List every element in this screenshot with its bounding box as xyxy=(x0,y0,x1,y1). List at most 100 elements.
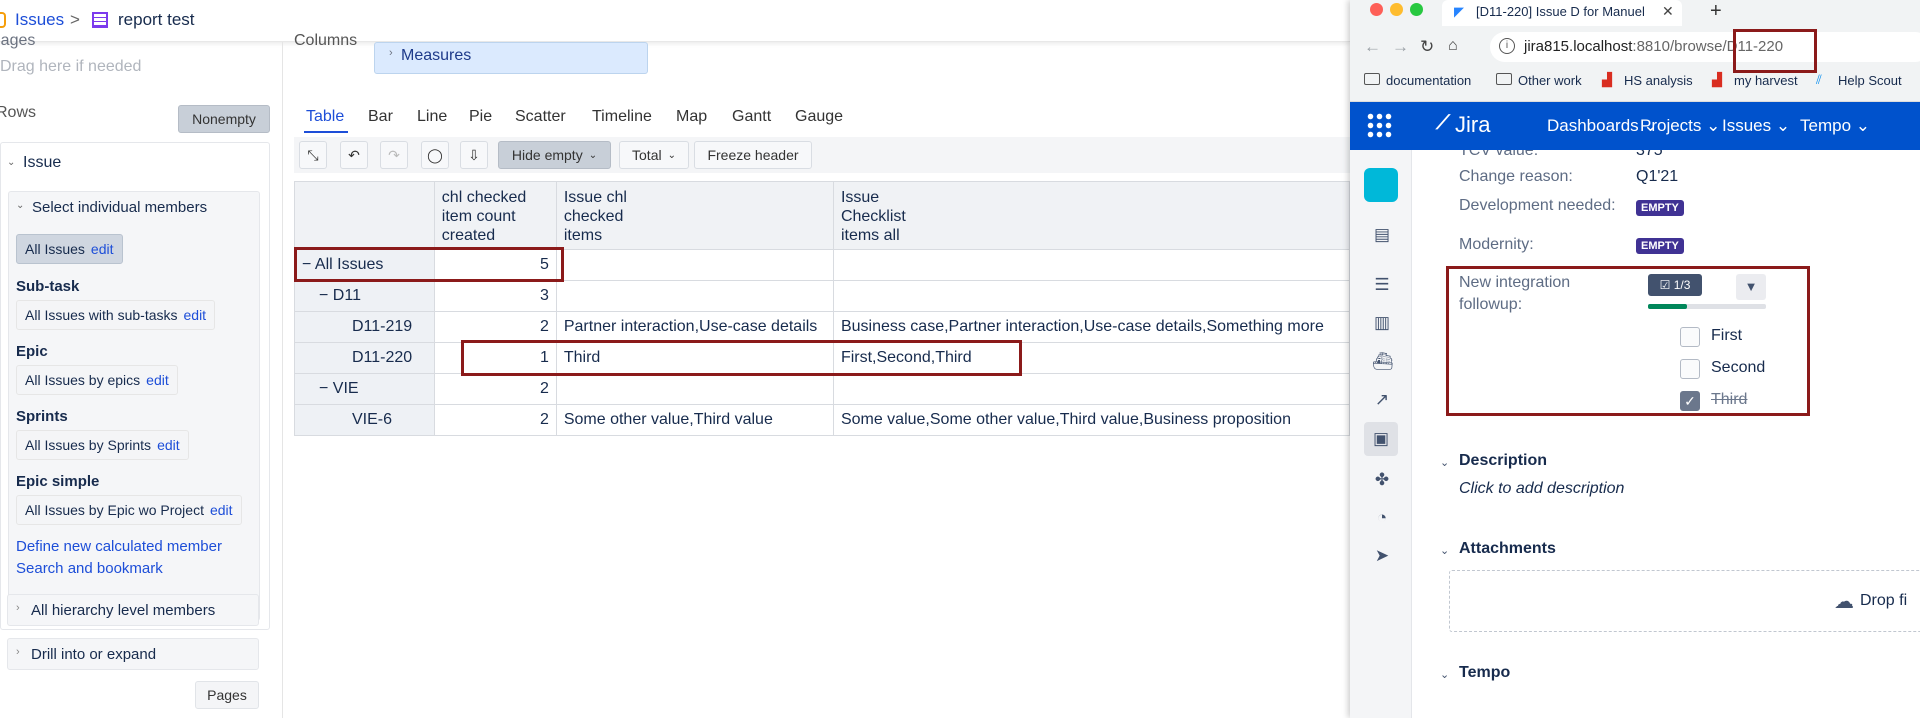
chevron-down-icon[interactable]: ⌄ xyxy=(1440,544,1449,557)
collapse-icon[interactable]: − xyxy=(319,287,328,304)
subtask-chip[interactable]: All Issues with sub-tasks edit xyxy=(16,300,216,330)
nav-label[interactable]: Dashboards xyxy=(1547,116,1639,135)
total-label[interactable]: Total xyxy=(632,147,662,163)
row-header[interactable]: VIE-6 xyxy=(294,404,435,436)
epic-chip[interactable]: All Issues by epics edit xyxy=(16,365,178,395)
freeze-header-button[interactable]: Freeze header xyxy=(694,141,812,169)
search-bookmark-link[interactable]: Search and bookmark xyxy=(16,560,163,577)
change-reason-value[interactable]: Q1'21 xyxy=(1636,168,1678,186)
nav-issues[interactable]: Issues ⌄ xyxy=(1722,116,1790,136)
row-label[interactable]: D11-220 xyxy=(352,349,412,366)
edit-link[interactable]: edit xyxy=(157,437,180,453)
row-label[interactable]: VIE-6 xyxy=(352,411,392,428)
all-hierarchy-label[interactable]: All hierarchy level members xyxy=(31,602,215,619)
row-label[interactable]: D11-219 xyxy=(352,318,412,335)
hide-empty-label[interactable]: Hide empty xyxy=(512,147,583,163)
chip-label[interactable]: All Issues xyxy=(25,241,85,257)
total-dropdown[interactable]: Total ⌄ xyxy=(619,141,689,169)
site-info-icon[interactable]: i xyxy=(1499,38,1515,54)
tab-timeline[interactable]: Timeline xyxy=(592,108,652,126)
pages-button[interactable]: Pages xyxy=(195,681,259,709)
epic-simple-chip[interactable]: All Issues by Epic wo Project edit xyxy=(16,495,242,525)
breadcrumb-issues[interactable]: Issues xyxy=(15,10,64,30)
col-header-all[interactable]: Issue Checklist items all xyxy=(832,181,1350,250)
tempo-heading[interactable]: Tempo xyxy=(1459,664,1510,682)
maximize-window-icon[interactable] xyxy=(1410,3,1423,16)
new-tab-icon[interactable]: + xyxy=(1710,0,1722,23)
edit-link[interactable]: edit xyxy=(146,372,169,388)
bookmark-my-harvest[interactable]: my harvest xyxy=(1734,73,1798,88)
home-icon[interactable]: ⌂ xyxy=(1448,37,1458,55)
address-bar[interactable]: i jira815.localhost:8810/browse/D11-220 xyxy=(1490,32,1920,62)
forward-icon[interactable]: → xyxy=(1392,37,1409,57)
nav-label[interactable]: Tempo xyxy=(1800,116,1851,135)
chevron-down-icon[interactable]: ⌄ xyxy=(7,157,15,168)
chip-label[interactable]: All Issues by Epic wo Project xyxy=(25,502,204,518)
attachments-heading[interactable]: Attachments xyxy=(1459,540,1556,558)
bookmark-hs-analysis[interactable]: HS analysis xyxy=(1624,73,1693,88)
jira-logo[interactable]: Jira xyxy=(1455,112,1490,138)
development-empty-badge[interactable]: EMPTY xyxy=(1636,200,1684,216)
nav-label[interactable]: Issues xyxy=(1722,116,1771,135)
undo-icon[interactable]: ↶ xyxy=(340,141,368,169)
drill-into-box[interactable]: › Drill into or expand xyxy=(7,638,259,670)
close-window-icon[interactable] xyxy=(1370,3,1383,16)
tab-pie[interactable]: Pie xyxy=(469,108,492,126)
description-placeholder[interactable]: Click to add description xyxy=(1459,480,1624,498)
url-host[interactable]: jira815.localhost xyxy=(1524,38,1632,55)
edit-link[interactable]: edit xyxy=(91,241,114,257)
row-header[interactable]: D11-219 xyxy=(294,311,435,343)
sprints-chip[interactable]: All Issues by Sprints edit xyxy=(16,430,189,460)
edit-link[interactable]: edit xyxy=(184,307,207,323)
reload-icon[interactable]: ↻ xyxy=(1420,37,1434,57)
collapse-icon[interactable]: − xyxy=(319,380,328,397)
col-header-count[interactable]: chl checked item count created xyxy=(433,181,557,250)
define-calculated-member-link[interactable]: Define new calculated member xyxy=(16,538,222,555)
measures-label[interactable]: Measures xyxy=(401,47,471,65)
description-heading[interactable]: Description xyxy=(1459,452,1547,470)
bookmark-other-work[interactable]: Other work xyxy=(1518,73,1582,88)
modernity-empty-badge[interactable]: EMPTY xyxy=(1636,238,1684,254)
bookmark-documentation[interactable]: documentation xyxy=(1386,73,1471,88)
tab-gantt[interactable]: Gantt xyxy=(732,108,771,126)
nav-label[interactable]: Projects xyxy=(1640,116,1701,135)
expand-icon[interactable]: ⤡ xyxy=(299,141,327,169)
tab-gauge[interactable]: Gauge xyxy=(795,108,843,126)
back-icon[interactable]: ← xyxy=(1364,37,1381,57)
select-members-title[interactable]: Select individual members xyxy=(32,199,207,216)
minimize-window-icon[interactable] xyxy=(1390,3,1403,16)
issue-dimension-title[interactable]: Issue xyxy=(23,154,61,172)
chip-label[interactable]: All Issues with sub-tasks xyxy=(25,307,178,323)
all-issues-chip[interactable]: All Issues edit xyxy=(16,234,123,264)
app-switcher-icon[interactable] xyxy=(1366,112,1392,138)
row-label[interactable]: VIE xyxy=(333,380,359,397)
drill-into-label[interactable]: Drill into or expand xyxy=(31,646,156,663)
nav-projects[interactable]: Projects ⌄ xyxy=(1640,116,1720,136)
row-header[interactable]: − VIE xyxy=(294,373,435,405)
chip-label[interactable]: All Issues by epics xyxy=(25,372,140,388)
col-header-checked[interactable]: Issue chl checked items xyxy=(555,181,834,250)
tab-table[interactable]: Table xyxy=(306,108,344,126)
row-label[interactable]: D11 xyxy=(333,287,361,304)
nonempty-button[interactable]: Nonempty xyxy=(178,105,270,133)
attachment-dropzone[interactable]: ☁ Drop fi xyxy=(1449,570,1920,632)
tab-bar[interactable]: Bar xyxy=(368,108,393,126)
all-hierarchy-box[interactable]: › All hierarchy level members xyxy=(7,594,259,626)
browser-tab[interactable]: ◤ [D11-220] Issue D for Manuel ✕ xyxy=(1442,0,1682,26)
chevron-down-icon[interactable]: ⌄ xyxy=(1440,456,1449,469)
comment-icon[interactable]: ◯ xyxy=(421,141,449,169)
redo-icon[interactable]: ↷ xyxy=(380,141,408,169)
bookmark-help-scout[interactable]: Help Scout xyxy=(1838,73,1902,88)
row-header[interactable]: − D11 xyxy=(294,280,435,312)
row-header[interactable]: D11-220 xyxy=(294,342,435,374)
edit-link[interactable]: edit xyxy=(210,502,233,518)
tab-line[interactable]: Line xyxy=(417,108,447,126)
export-icon[interactable]: ⇩ xyxy=(460,141,488,169)
chip-label[interactable]: All Issues by Sprints xyxy=(25,437,151,453)
chevron-down-icon[interactable]: ⌄ xyxy=(16,200,24,211)
tab-scatter[interactable]: Scatter xyxy=(515,108,566,126)
tab-map[interactable]: Map xyxy=(676,108,707,126)
measures-chip[interactable]: › Measures xyxy=(374,42,648,74)
chevron-down-icon[interactable]: ⌄ xyxy=(1440,668,1449,681)
hide-empty-dropdown[interactable]: Hide empty ⌄ xyxy=(498,141,611,169)
